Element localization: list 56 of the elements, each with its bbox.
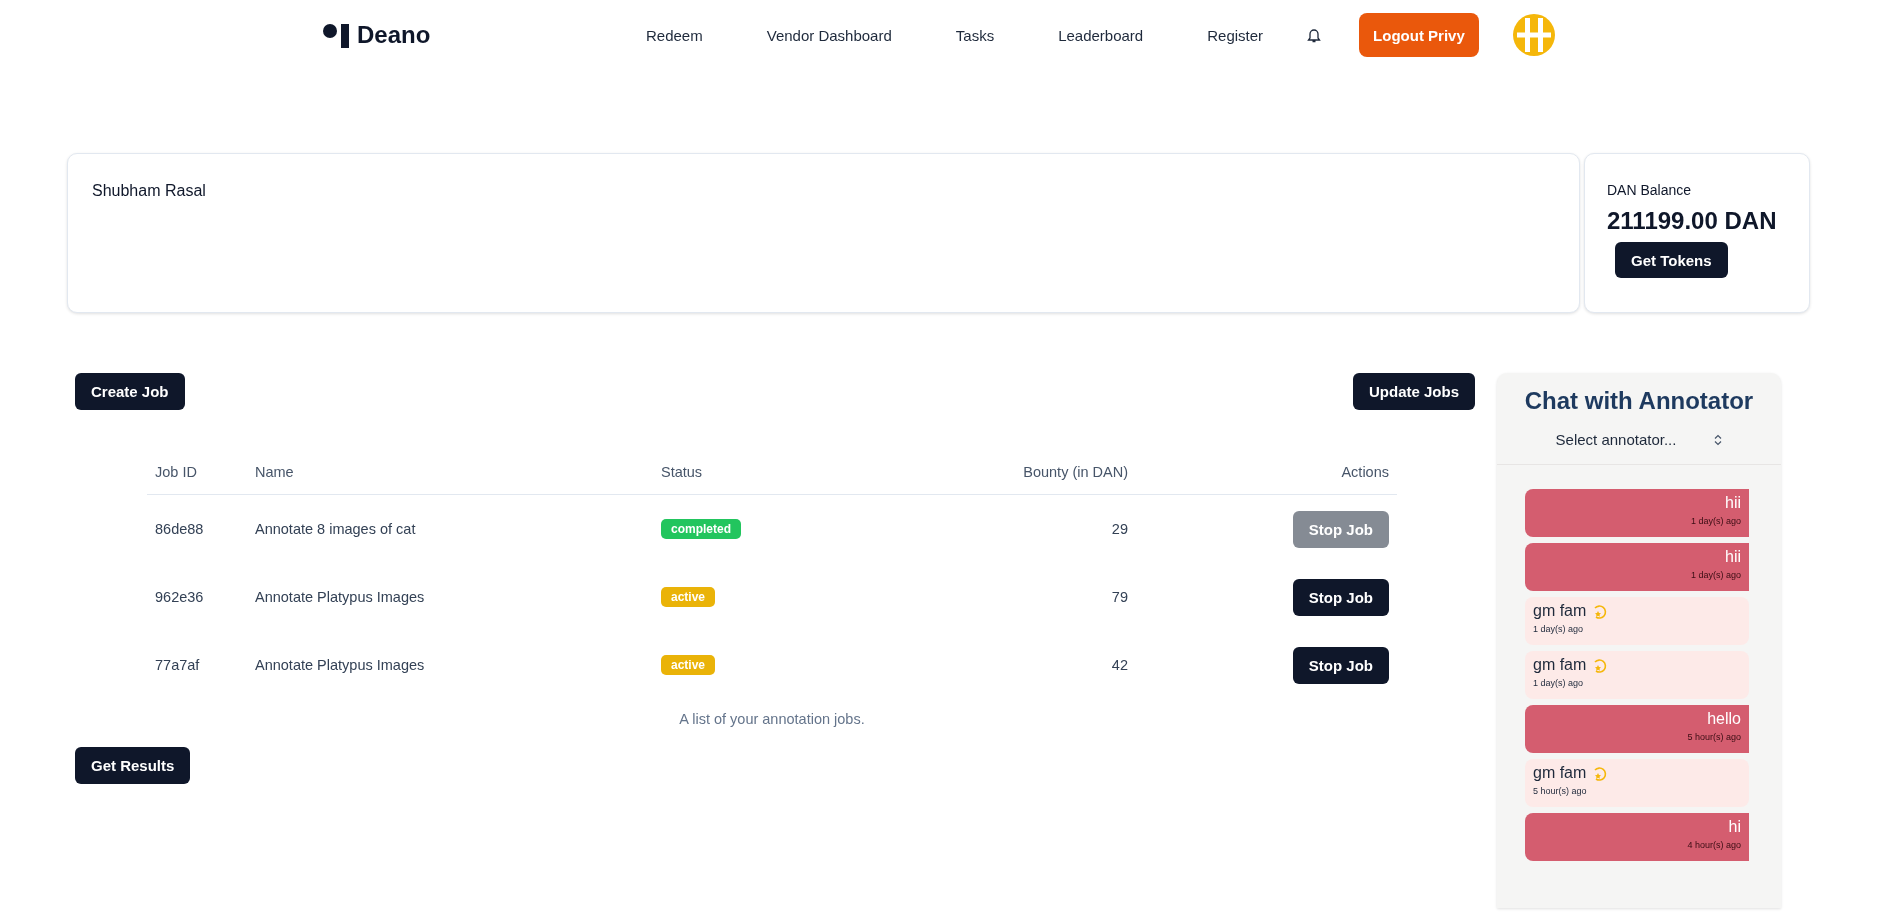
- bounty-cell: 29: [950, 494, 1136, 563]
- nav-link[interactable]: Vendor Dashboard: [766, 26, 892, 44]
- balance-amount: 211199.00 DAN: [1607, 207, 1778, 235]
- message-text: hii: [1725, 548, 1741, 566]
- job-name-cell-text: Annotate Platypus Images: [254, 656, 426, 675]
- nav-link[interactable]: Redeem: [646, 26, 703, 44]
- message-time: 1 day(s) ago: [1689, 516, 1741, 526]
- chevron-updown-icon: [1714, 433, 1723, 446]
- bell-icon[interactable]: [1307, 27, 1322, 43]
- job-id-cell-text: 77a7af: [154, 656, 201, 675]
- message-text: gm fam: [1533, 764, 1587, 782]
- bounty-cell-text: 42: [1110, 656, 1129, 675]
- get-results-button[interactable]: Get Results: [75, 747, 191, 784]
- stop-job-button[interactable]: Stop Job: [1292, 646, 1389, 684]
- nav-link[interactable]: Register: [1207, 26, 1264, 44]
- table-caption: A list of your annotation jobs.: [678, 710, 866, 727]
- logout-button[interactable]: Logout Privy: [1359, 13, 1479, 57]
- message-time: 4 hour(s) ago: [1686, 840, 1741, 850]
- logo-icon: [323, 22, 351, 48]
- status-badge: active: [661, 587, 716, 607]
- message-text: hello: [1707, 710, 1741, 728]
- update-jobs-button[interactable]: Update Jobs: [1353, 373, 1475, 410]
- user-name: Shubham Rasal: [92, 182, 206, 199]
- message-time: 1 day(s) ago: [1689, 570, 1741, 580]
- message-text: hi: [1728, 818, 1741, 836]
- message-time: 1 day(s) ago: [1533, 624, 1585, 634]
- message-time: 5 hour(s) ago: [1533, 786, 1588, 796]
- message-text: hii: [1725, 494, 1741, 512]
- dizzy-star-icon: [1592, 603, 1609, 620]
- brand-name: Deano: [357, 21, 431, 49]
- column-header: Status: [653, 450, 950, 495]
- balance-label: DAN Balance: [1607, 182, 1693, 198]
- get-tokens-button[interactable]: Get Tokens: [1615, 242, 1728, 278]
- column-header: Actions: [1136, 450, 1397, 495]
- dizzy-star-icon: [1592, 657, 1609, 674]
- job-name-cell-text: Annotate Platypus Images: [254, 588, 426, 607]
- dizzy-star-icon: [1592, 765, 1609, 782]
- status-badge: completed: [661, 519, 741, 539]
- message-text: gm fam: [1533, 602, 1587, 620]
- stop-job-button[interactable]: Stop Job: [1292, 578, 1389, 616]
- column-header: Bounty (in DAN): [950, 450, 1136, 495]
- message-time: 1 day(s) ago: [1533, 678, 1585, 688]
- nav-link[interactable]: Tasks: [955, 26, 995, 44]
- chat-title: Chat with Annotator: [1523, 387, 1755, 415]
- message-time: 5 hour(s) ago: [1686, 732, 1741, 742]
- column-header: Job ID: [147, 450, 247, 495]
- job-id-cell: 86de88: [147, 494, 247, 563]
- job-id-cell-text: 962e36: [154, 588, 205, 607]
- create-job-button[interactable]: Create Job: [75, 373, 185, 410]
- annotator-select[interactable]: Select annotator...: [1547, 427, 1731, 452]
- status-badge: active: [661, 655, 716, 675]
- bounty-cell-text: 79: [1110, 588, 1129, 607]
- job-name-cell: Annotate 8 images of cat: [247, 494, 653, 563]
- message-text: gm fam: [1533, 656, 1587, 674]
- column-header: Name: [247, 450, 653, 495]
- nav-link[interactable]: Leaderboard: [1058, 26, 1144, 44]
